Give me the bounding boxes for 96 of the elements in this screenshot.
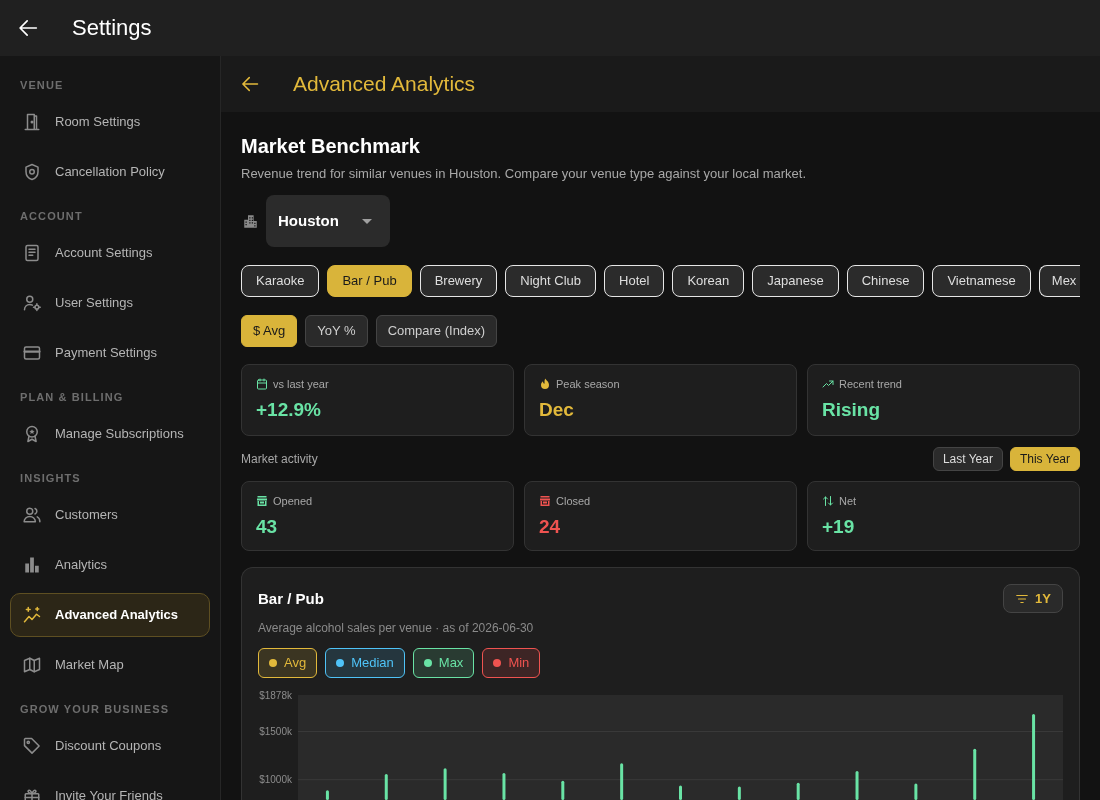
venue-type-chip[interactable]: Bar / Pub [327,265,412,297]
mode-toggle[interactable]: $ Avg [241,315,298,347]
sidebar-item[interactable]: Customers [10,493,210,537]
venue-type-chip[interactable]: Night Club [505,265,596,297]
stat-value: +19 [822,515,855,539]
award-badge-icon [23,425,41,443]
storefront-icon [256,495,268,507]
chart-bar [384,773,388,800]
venue-type-chip[interactable]: Japanese [752,265,839,297]
stat-label: Peak season [556,377,620,391]
chart-bar [855,771,859,800]
flame-icon [539,378,551,390]
trending-up-icon [822,378,834,390]
chart-bar [561,780,565,800]
sidebar-item[interactable]: User Settings [10,281,210,325]
map-icon [23,656,41,674]
venue-type-chip[interactable]: Mex [1038,265,1080,297]
stat-label: Net [839,494,857,508]
sidebar-section-heading: GROW YOUR BUSINESS [20,702,170,716]
section-title: Market Benchmark [241,134,420,159]
back-arrow-icon [18,18,38,38]
sidebar-section-heading: PLAN & BILLING [20,390,124,404]
range-button[interactable]: 1Y [1003,584,1063,613]
stat-label: Closed [556,494,591,508]
stat-label: Opened [273,494,313,508]
shield-icon [23,163,41,181]
chart-subtitle: Average alcohol sales per venue · as of 2026-06-30 [258,620,534,636]
chart-bar [796,782,800,800]
section-label: Market activity [241,451,318,467]
chart-bar [502,773,506,800]
people-icon [23,506,41,524]
sidebar-item[interactable]: Analytics [10,543,210,587]
app-bar-title: Settings [72,14,152,42]
chart-bar [325,790,329,800]
stat-value: Rising [822,398,881,422]
stat-value: +12.9% [256,398,321,422]
up-down-arrows-icon [822,495,834,507]
stat-label: vs last year [273,377,329,391]
storefront-icon [539,495,551,507]
chart-bar [620,763,624,800]
sidebar-item[interactable]: Market Map [10,643,210,687]
stat-value: 43 [256,515,278,539]
mode-toggle[interactable]: YoY % [305,315,368,347]
credit-card-icon [23,344,41,362]
stat-value: Dec [539,398,574,422]
back-arrow-icon [241,75,259,93]
trend-sparkle-icon [23,606,41,624]
caret-down-icon [362,218,372,224]
sidebar-section-heading: ACCOUNT [20,209,83,223]
chart-bar [443,768,447,800]
sidebar-item[interactable]: Invite Your Friends [10,774,210,800]
tag-icon [23,737,41,755]
venue-type-chip[interactable]: Chinese [846,265,925,297]
section-description: Revenue trend for similar venues in Houston. Compare your venue type against your local market. [241,165,807,183]
gift-icon [23,787,41,800]
period-toggle[interactable]: This Year [1009,447,1080,471]
door-icon [23,113,41,131]
calendar-icon [256,378,268,390]
stat-value: 24 [539,515,561,539]
venue-type-chip[interactable]: Brewery [419,265,498,297]
venue-type-chip[interactable]: Karaoke [241,265,320,297]
venue-type-chip[interactable]: Hotel [604,265,665,297]
chart-bar [973,748,977,800]
legend-toggle[interactable]: Avg [258,648,318,678]
chart-bar [737,786,741,800]
sidebar-item[interactable]: Payment Settings [10,331,210,375]
venue-type-chip[interactable]: Korean [672,265,745,297]
sidebar-item[interactable]: Discount Coupons [10,724,210,768]
chart-bar [679,785,682,800]
legend-toggle[interactable]: Median [325,648,405,678]
user-gear-icon [23,294,41,312]
legend-toggle[interactable]: Min [482,648,541,678]
document-icon [23,244,41,262]
back-button[interactable] [241,75,259,93]
back-button[interactable] [18,18,38,38]
sidebar-section-heading: VENUE [20,78,64,92]
mode-toggle[interactable]: Compare (Index) [375,315,498,347]
building-icon [243,213,258,229]
page-title: Advanced Analytics [293,71,476,97]
city-select[interactable]: Houston [266,195,390,247]
venue-type-chip[interactable]: Vietnamese [932,265,1031,297]
chart-bar [914,783,918,800]
bar-chart-icon [23,556,41,574]
sidebar-item[interactable]: Manage Subscriptions [10,412,210,456]
period-toggle[interactable]: Last Year [932,447,1003,471]
sidebar-item[interactable]: Room Settings [10,100,210,144]
axis-label: $1500k [259,726,292,737]
legend-toggle[interactable]: Max [412,648,475,678]
axis-label: $1000k [259,774,292,786]
stat-label: Recent trend [839,377,902,391]
axis-label: $1878k [259,689,292,701]
sidebar-item[interactable]: Cancellation Policy [10,150,210,194]
sidebar-section-heading: INSIGHTS [20,471,81,485]
chart-title: Bar / Pub [258,588,324,609]
sidebar-item[interactable]: Advanced Analytics [10,593,210,637]
sidebar-item[interactable]: Account Settings [10,231,210,275]
